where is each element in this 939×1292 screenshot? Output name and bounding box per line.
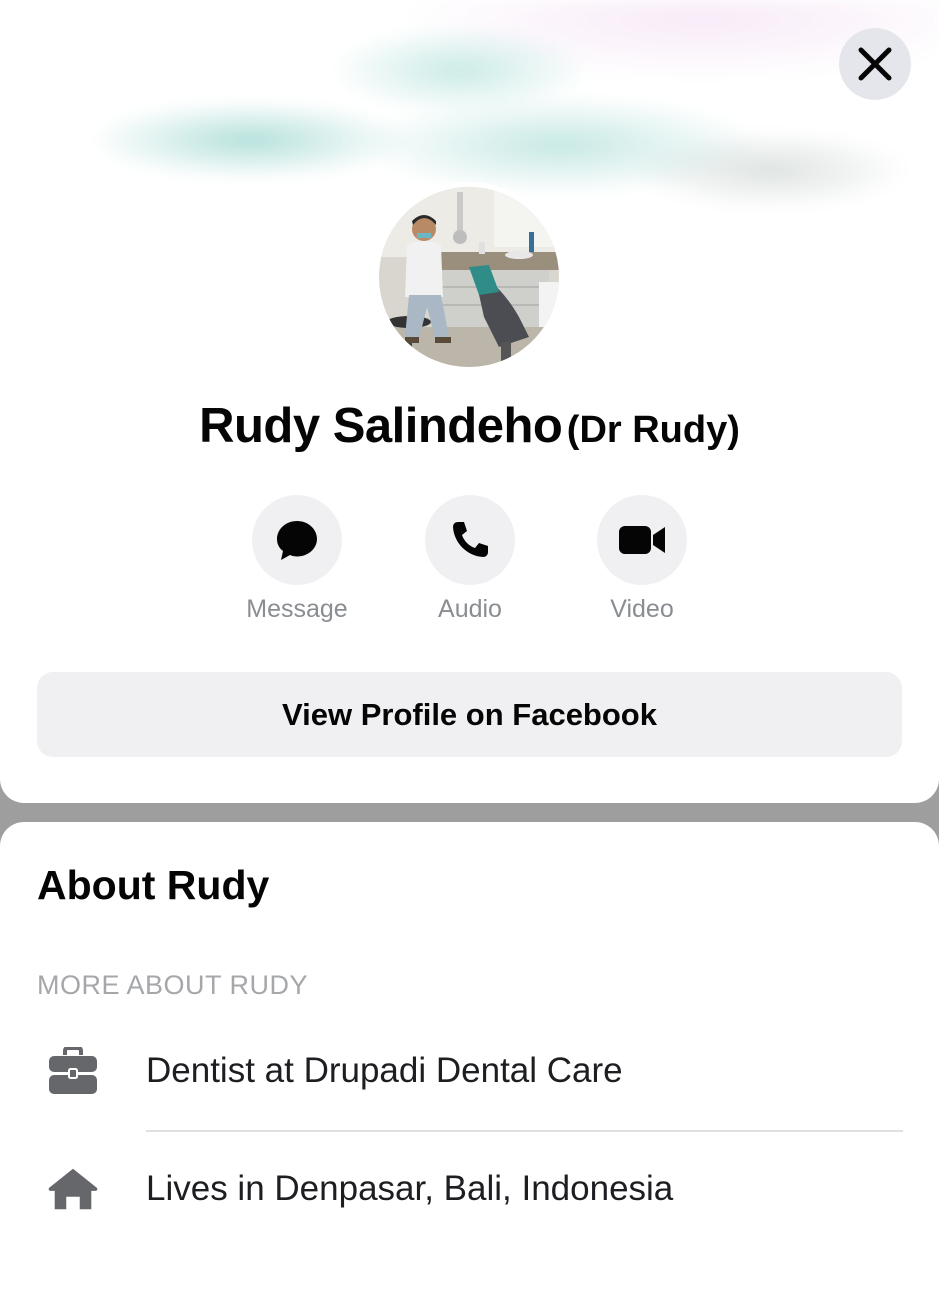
info-row-location: Lives in Denpasar, Bali, Indonesia bbox=[0, 1144, 939, 1234]
message-button[interactable] bbox=[252, 495, 342, 585]
location-text: Lives in Denpasar, Bali, Indonesia bbox=[146, 1169, 674, 1208]
work-text: Dentist at Drupadi Dental Care bbox=[146, 1051, 623, 1090]
audio-action[interactable]: Audio bbox=[390, 495, 550, 624]
profile-card: Rudy Salindeho (Dr Rudy) Message Audio V… bbox=[0, 0, 939, 803]
audio-label: Audio bbox=[438, 595, 502, 623]
video-label: Video bbox=[610, 595, 674, 623]
about-title: About Rudy bbox=[37, 862, 270, 908]
close-button[interactable] bbox=[839, 28, 911, 100]
video-action[interactable]: Video bbox=[562, 495, 722, 624]
about-card: About Rudy MORE ABOUT RUDY Dentist at Dr… bbox=[0, 822, 939, 1292]
section-header: MORE ABOUT RUDY bbox=[37, 970, 309, 1000]
message-bubble-icon bbox=[277, 521, 317, 560]
close-icon bbox=[858, 47, 892, 81]
video-camera-icon bbox=[619, 526, 665, 554]
phone-icon bbox=[453, 522, 488, 557]
briefcase-icon bbox=[47, 1045, 99, 1097]
home-icon bbox=[47, 1163, 99, 1215]
display-name: Rudy Salindeho bbox=[199, 399, 563, 453]
video-call-button[interactable] bbox=[597, 495, 687, 585]
avatar[interactable] bbox=[379, 187, 559, 367]
info-row-work: Dentist at Drupadi Dental Care bbox=[0, 1026, 939, 1116]
alternate-name: (Dr Rudy) bbox=[566, 409, 740, 451]
divider bbox=[146, 1130, 903, 1132]
message-label: Message bbox=[246, 595, 348, 623]
profile-name: Rudy Salindeho (Dr Rudy) bbox=[0, 398, 939, 454]
profile-photo bbox=[379, 187, 559, 367]
view-profile-button[interactable]: View Profile on Facebook bbox=[37, 672, 902, 757]
message-action[interactable]: Message bbox=[217, 495, 377, 624]
audio-call-button[interactable] bbox=[425, 495, 515, 585]
